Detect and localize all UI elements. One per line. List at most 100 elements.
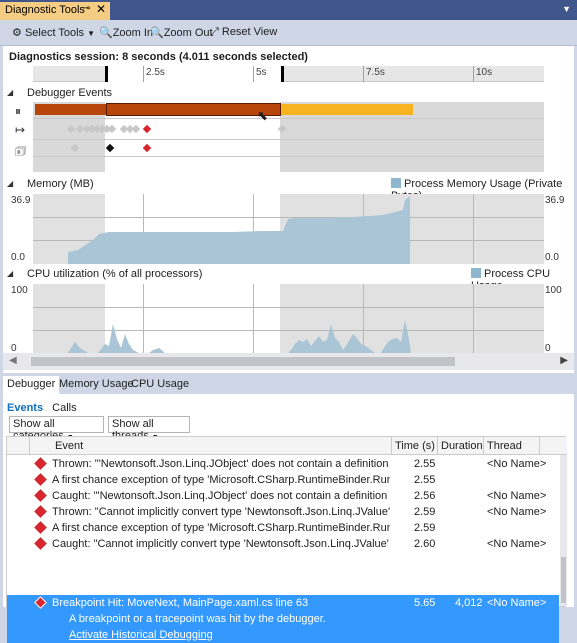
event-cell: A first chance exception of type 'Micros…: [52, 522, 390, 534]
col-event[interactable]: Event: [55, 440, 83, 452]
time-cell: 2.55: [414, 474, 436, 486]
column-separator: [483, 437, 484, 455]
scroll-thumb[interactable]: [561, 557, 566, 603]
zoom-in-label: Zoom In: [112, 27, 154, 39]
column-separator: [29, 437, 30, 455]
break-state-bar[interactable]: [35, 104, 106, 115]
table-row-selected[interactable]: Breakpoint Hit: MoveNext, MainPage.xaml.…: [7, 595, 559, 611]
horizontal-scrollbar[interactable]: ◀ ▶: [3, 353, 574, 370]
cpu-y-max-right: 100: [545, 285, 562, 296]
thread-filter-dropdown[interactable]: Show all threads ▼: [108, 416, 190, 442]
ruler-label: 10s: [476, 67, 493, 78]
debugger-events-header[interactable]: ◢ Debugger Events: [3, 86, 574, 102]
gear-icon: ⚙: [12, 27, 22, 39]
ruler-label: 7.5s: [366, 67, 385, 78]
collapse-triangle-icon[interactable]: ◢: [7, 88, 13, 97]
break-state-bar-selected[interactable]: [106, 103, 281, 116]
col-time[interactable]: Time (s): [395, 440, 435, 452]
vertical-scrollbar[interactable]: [560, 455, 567, 606]
reset-view-label: Reset View: [221, 26, 278, 38]
memory-header[interactable]: ◢ Memory (MB) Process Memory Usage (Priv…: [3, 177, 574, 202]
cursor-icon: ⬉: [257, 108, 268, 123]
selection-start-marker[interactable]: [105, 66, 108, 82]
breakpoint-icon: [34, 596, 47, 609]
ruler-tick: [143, 66, 144, 82]
scroll-right-icon[interactable]: ▶: [560, 355, 568, 366]
collapse-triangle-icon[interactable]: ◢: [7, 179, 13, 188]
cpu-chart[interactable]: [33, 284, 544, 353]
thread-cell: <No Name>: [487, 506, 547, 518]
memory-y-min: 0.0: [11, 252, 25, 263]
column-separator: [391, 437, 392, 455]
window-menu-chevron-icon[interactable]: ▼: [562, 4, 571, 14]
table-row[interactable]: A first chance exception of type 'Micros…: [7, 520, 559, 536]
tab-debugger[interactable]: Debugger: [3, 376, 60, 394]
time-cell: 2.59: [414, 506, 436, 518]
cpu-header[interactable]: ◢ CPU utilization (% of all processors) …: [3, 267, 574, 292]
table-row[interactable]: Caught: "'Newtonsoft.Json.Linq.JObject' …: [7, 488, 559, 504]
section-title: Debugger Events: [27, 87, 112, 99]
pin-icon[interactable]: ⊸: [82, 3, 90, 14]
thread-cell: <No Name>: [487, 458, 547, 470]
ruler-tick: [473, 66, 474, 82]
cpu-y-max: 100: [11, 285, 28, 296]
selection-end-marker[interactable]: [281, 66, 284, 82]
tab-events[interactable]: Events: [7, 402, 43, 414]
time-ruler[interactable]: 2.5s 5s 7.5s 10s: [33, 66, 544, 82]
duration-cell: 4,012: [455, 597, 483, 609]
time-cell: 2.56: [414, 490, 436, 502]
debugger-events-panel: Events Calls Show all categories ▼ Show …: [3, 394, 574, 643]
select-tools-label: Select Tools: [24, 27, 85, 39]
tab-diagnostic-tools[interactable]: Diagnostic Tools ⊸ ✕: [0, 2, 110, 20]
memory-series: [68, 196, 410, 264]
session-summary: Diagnostics session: 8 seconds (4.011 se…: [9, 51, 308, 63]
col-duration[interactable]: Duration: [441, 440, 483, 452]
output-icon: 🗊: [15, 144, 27, 158]
toolbar: ⚙ Select Tools ▼ 🔍Zoom In 🔍Zoom Out ⤢ Re…: [0, 20, 577, 46]
memory-chart[interactable]: [33, 194, 544, 264]
event-cell: Thrown: "Cannot implicitly convert type …: [52, 506, 390, 518]
tab-calls[interactable]: Calls: [52, 402, 76, 414]
table-row[interactable]: Thrown: "'Newtonsoft.Json.Linq.JObject' …: [7, 456, 559, 472]
diagnostic-tools-window: Diagnostic Tools ⊸ ✕ ▼ ⚙ Select Tools ▼ …: [0, 0, 577, 643]
column-separator: [437, 437, 438, 455]
zoom-out-button[interactable]: 🔍Zoom Out: [150, 26, 213, 39]
pause-icon: ⏸: [15, 104, 22, 118]
table-row[interactable]: Thrown: "Cannot implicitly convert type …: [7, 504, 559, 520]
tab-memory-usage[interactable]: Memory Usage: [55, 376, 138, 394]
memory-usage-area: [68, 196, 410, 264]
selected-row-detail[interactable]: Breakpoint Hit: MoveNext, MainPage.xaml.…: [7, 595, 559, 643]
exception-icon: [34, 457, 47, 470]
step-icon: ↦: [15, 123, 26, 137]
section-title: Memory (MB): [27, 178, 94, 190]
section-title: CPU utilization (% of all processors): [27, 268, 203, 280]
event-cell: Caught: "Cannot implicitly convert type …: [52, 538, 390, 550]
exception-icon: [34, 489, 47, 502]
time-cell: 2.60: [414, 538, 436, 550]
collapse-triangle-icon[interactable]: ◢: [7, 269, 13, 278]
scroll-left-icon[interactable]: ◀: [9, 355, 17, 366]
scroll-thumb[interactable]: [31, 357, 455, 366]
memory-y-min-right: 0.0: [545, 252, 559, 263]
event-detail-text: A breakpoint or a tracepoint was hit by …: [69, 613, 326, 625]
tab-cpu-usage[interactable]: CPU Usage: [127, 376, 193, 394]
exception-icon: [34, 505, 47, 518]
zoom-in-button[interactable]: 🔍Zoom In: [99, 26, 153, 39]
run-state-bar[interactable]: [281, 104, 413, 115]
memory-y-max: 36.9: [11, 195, 31, 206]
reset-view-button[interactable]: ⤢ Reset View: [210, 26, 277, 39]
reset-view-icon: ⤢: [210, 26, 219, 38]
activate-historical-debugging-link[interactable]: Activate Historical Debugging: [69, 629, 213, 641]
track-divider: [33, 139, 544, 140]
thread-cell: <No Name>: [487, 538, 547, 550]
close-icon[interactable]: ✕: [96, 2, 106, 16]
category-filter-dropdown[interactable]: Show all categories ▼: [9, 416, 104, 442]
select-tools-button[interactable]: ⚙ Select Tools ▼: [12, 26, 95, 39]
ruler-label: 5s: [256, 67, 267, 78]
time-cell: 2.55: [414, 458, 436, 470]
table-row[interactable]: Caught: "Cannot implicitly convert type …: [7, 536, 559, 552]
col-thread[interactable]: Thread: [487, 440, 522, 452]
ruler-tick: [363, 66, 364, 82]
ruler-label: 2.5s: [146, 67, 165, 78]
table-row[interactable]: A first chance exception of type 'Micros…: [7, 472, 559, 488]
